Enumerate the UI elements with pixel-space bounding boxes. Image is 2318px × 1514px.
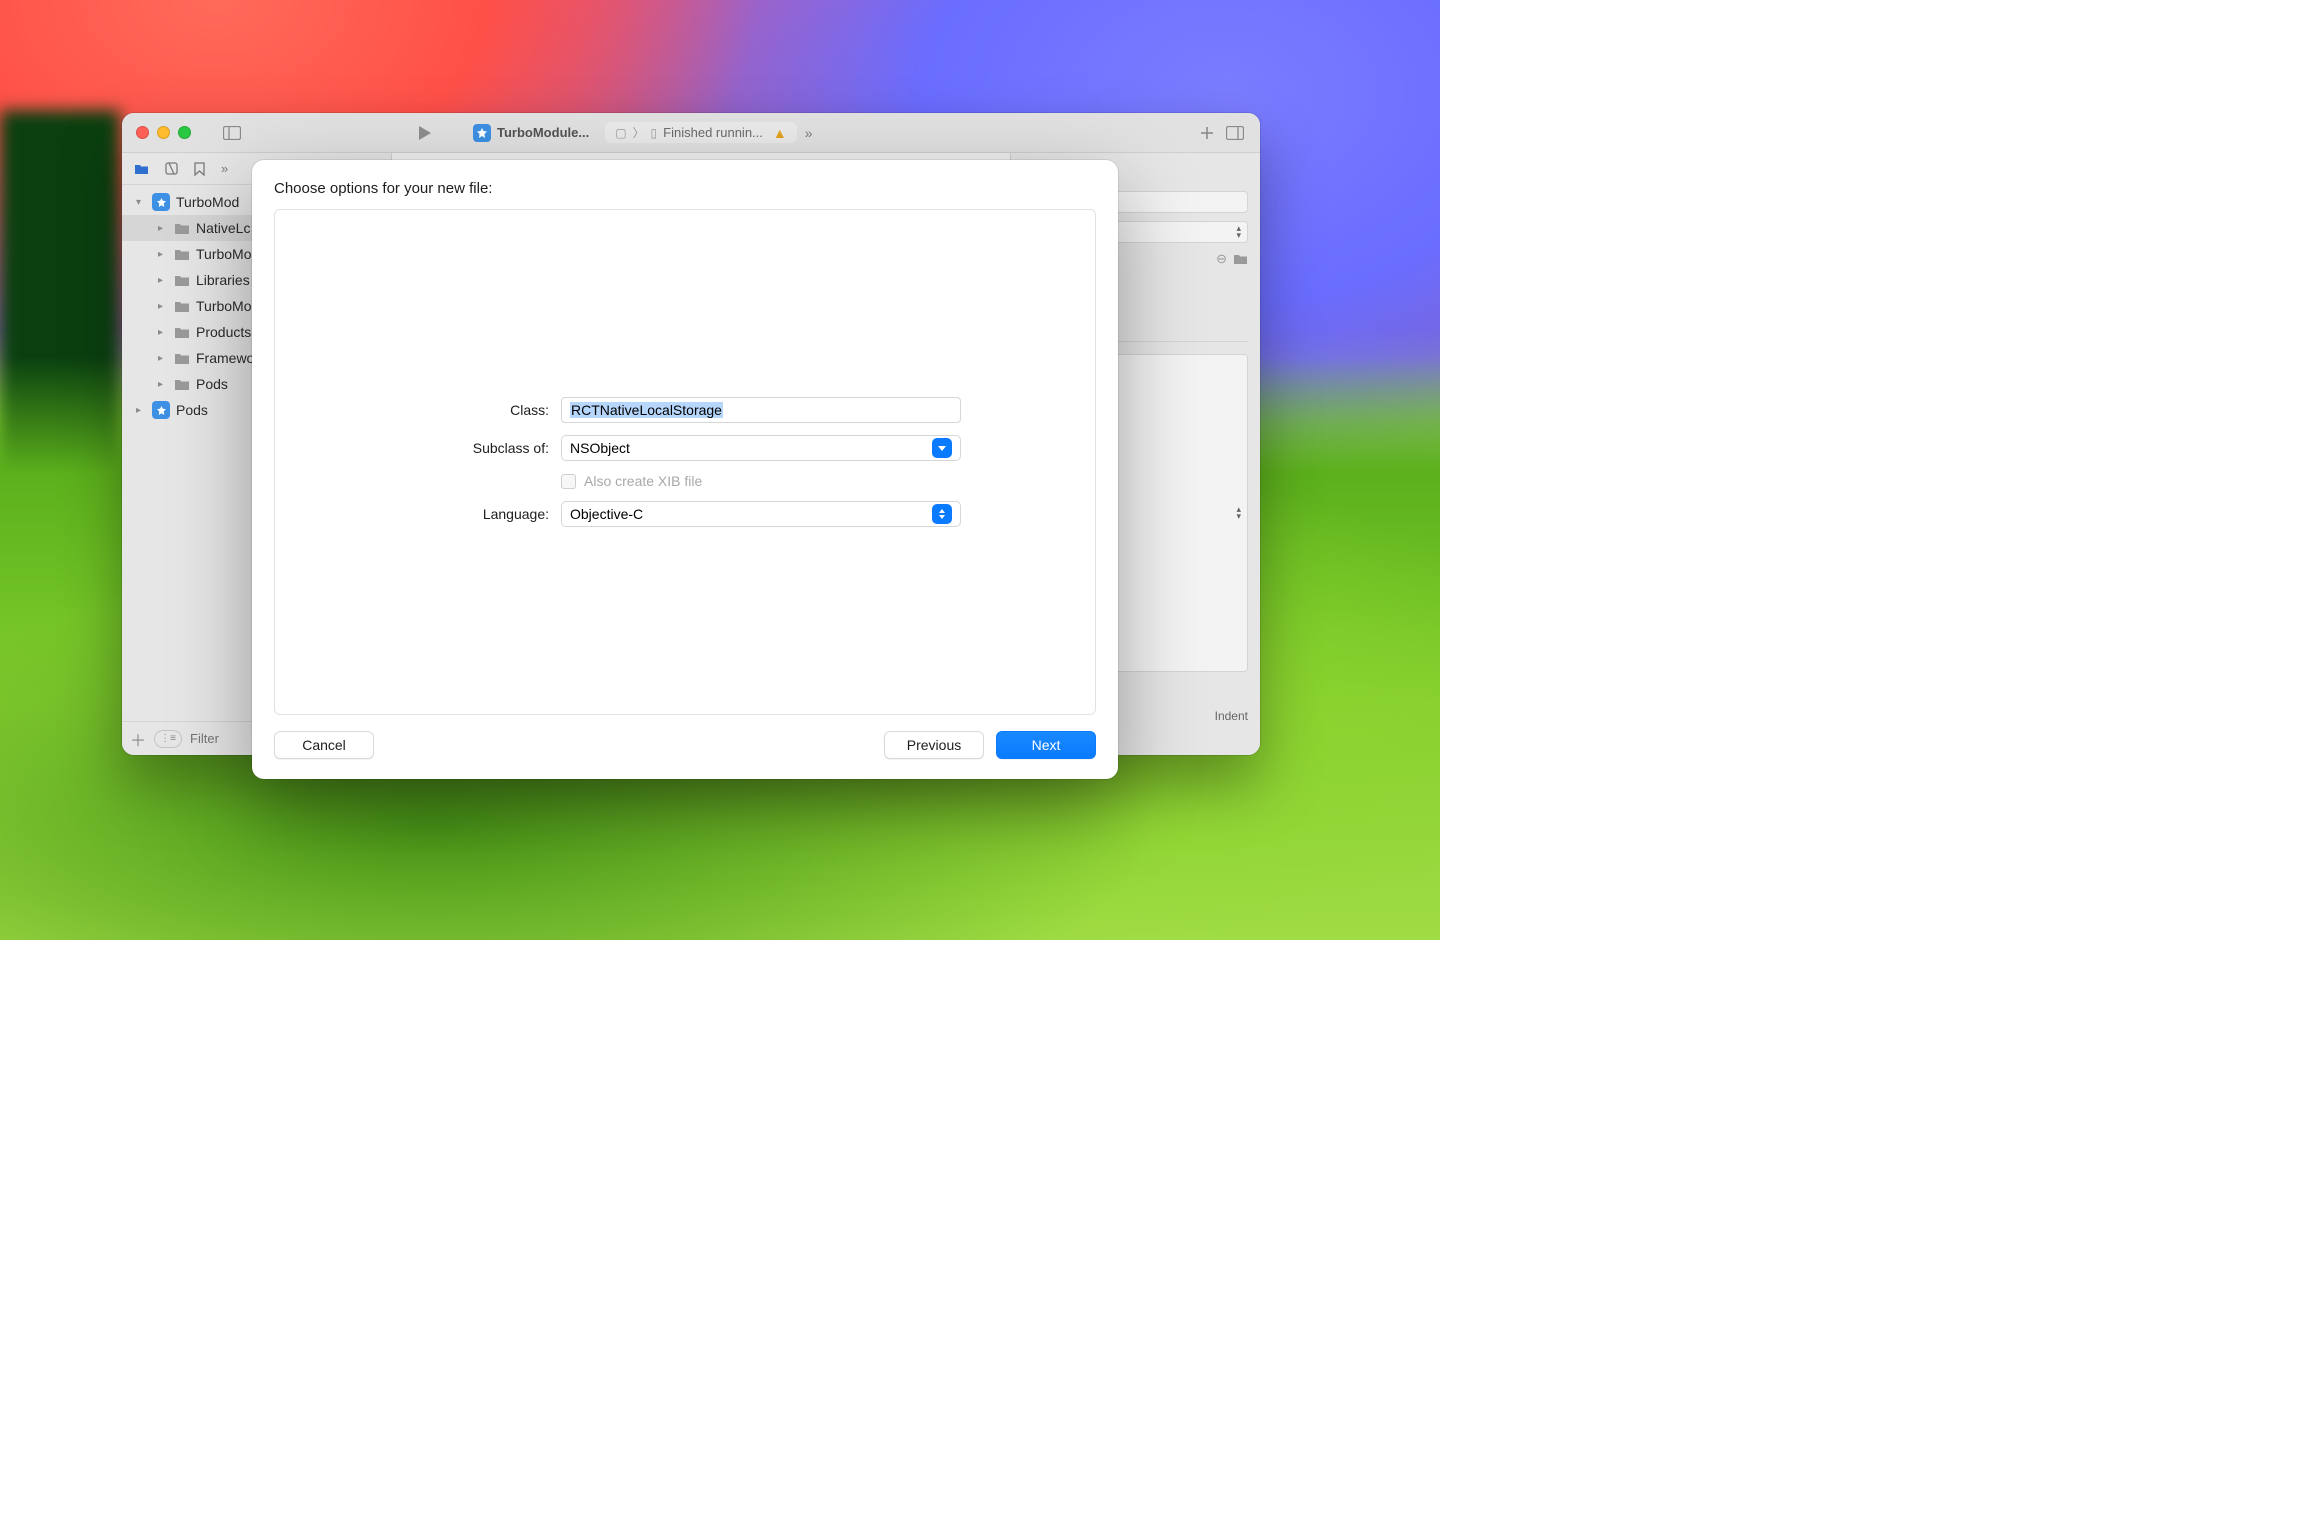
- tree-item-label: TurboMo: [196, 298, 252, 314]
- xib-label: Also create XIB file: [584, 473, 702, 489]
- folder-icon: [174, 222, 190, 235]
- sidebar-toggle-icon[interactable]: [221, 122, 243, 144]
- folder-icon: [174, 326, 190, 339]
- subclass-value: NSObject: [570, 440, 630, 456]
- minus-button[interactable]: ⊖: [1216, 251, 1227, 267]
- disclosure-closed-icon[interactable]: ▸: [158, 327, 168, 338]
- xib-checkbox[interactable]: [561, 474, 576, 489]
- disclosure-closed-icon[interactable]: ▸: [158, 275, 168, 286]
- previous-button[interactable]: Previous: [884, 731, 984, 759]
- tree-item-label: Libraries: [196, 272, 250, 288]
- disclosure-closed-icon[interactable]: ▸: [136, 405, 146, 416]
- app-icon: [473, 124, 491, 142]
- sheet-title: Choose options for your new file:: [274, 180, 1096, 197]
- new-file-sheet: Choose options for your new file: Class:…: [252, 160, 1118, 779]
- class-value: RCTNativeLocalStorage: [570, 402, 723, 418]
- class-input[interactable]: RCTNativeLocalStorage: [561, 397, 961, 423]
- zoom-button[interactable]: [178, 126, 191, 139]
- library-button[interactable]: [1196, 122, 1218, 144]
- close-button[interactable]: [136, 126, 149, 139]
- chevron-right-icon: 〉: [633, 124, 645, 141]
- window-controls: [136, 126, 191, 139]
- language-label: Language:: [409, 506, 549, 522]
- indent-label: Indent: [1215, 709, 1248, 723]
- sheet-body: Class: RCTNativeLocalStorage Subclass of…: [274, 209, 1096, 715]
- disclosure-closed-icon[interactable]: ▸: [158, 379, 168, 390]
- cancel-button[interactable]: Cancel: [274, 731, 374, 759]
- disclosure-open-icon[interactable]: ▾: [136, 197, 146, 208]
- folder-icon: [174, 274, 190, 287]
- project-name: TurboMod: [176, 194, 239, 210]
- source-control-tab[interactable]: [165, 162, 178, 175]
- folder-browse-icon[interactable]: [1233, 253, 1248, 265]
- pods-project-icon: [152, 401, 170, 419]
- inspector-toggle-icon[interactable]: [1224, 122, 1246, 144]
- overflow-tab-icon[interactable]: »: [221, 161, 228, 176]
- folder-icon: [174, 352, 190, 365]
- activity-app-icon: ▢: [615, 126, 626, 140]
- disclosure-closed-icon[interactable]: ▸: [158, 249, 168, 260]
- status-text: Finished runnin...: [663, 125, 763, 140]
- tree-item-label: Products: [196, 324, 251, 340]
- warning-icon: ▲: [773, 125, 787, 141]
- subclass-select[interactable]: NSObject: [561, 435, 961, 461]
- project-navigator-tab[interactable]: [134, 162, 149, 176]
- titlebar: TurboModule... ▢ 〉 ▯ Finished runnin... …: [122, 113, 1260, 153]
- class-label: Class:: [409, 402, 549, 418]
- pods-label: Pods: [176, 402, 208, 418]
- language-value: Objective-C: [570, 506, 643, 522]
- xib-checkbox-row: Also create XIB file: [561, 473, 961, 489]
- disclosure-closed-icon[interactable]: ▸: [158, 353, 168, 364]
- new-file-form: Class: RCTNativeLocalStorage Subclass of…: [409, 397, 961, 527]
- chevron-down-icon: [932, 438, 952, 458]
- tree-item-label: Pods: [196, 376, 228, 392]
- disclosure-closed-icon[interactable]: ▸: [158, 223, 168, 234]
- folder-icon: [174, 378, 190, 391]
- folder-icon: [174, 300, 190, 313]
- scheme-selector[interactable]: TurboModule...: [465, 120, 597, 146]
- folder-icon: [174, 248, 190, 261]
- subclass-label: Subclass of:: [409, 440, 549, 456]
- activity-status[interactable]: ▢ 〉 ▯ Finished runnin... ▲: [605, 122, 797, 143]
- stepper-icon: ▴▾: [1236, 225, 1241, 239]
- project-icon: [152, 193, 170, 211]
- up-down-icon: [932, 504, 952, 524]
- sheet-footer: Cancel Previous Next: [274, 715, 1096, 759]
- tree-item-label: Framewo: [196, 350, 254, 366]
- minimize-button[interactable]: [157, 126, 170, 139]
- stepper-icon: ▴▾: [1236, 506, 1241, 520]
- tree-item-label: NativeLc: [196, 220, 250, 236]
- overflow-icon[interactable]: »: [805, 125, 813, 141]
- scheme-name: TurboModule...: [497, 125, 589, 140]
- recent-filter-icon[interactable]: ⋮≡: [154, 730, 182, 748]
- add-icon[interactable]: ＋: [130, 727, 146, 751]
- next-button[interactable]: Next: [996, 731, 1096, 759]
- bookmark-tab[interactable]: [194, 162, 205, 176]
- tree-item-label: TurboMo: [196, 246, 252, 262]
- device-icon: ▯: [651, 126, 658, 140]
- language-select[interactable]: Objective-C: [561, 501, 961, 527]
- disclosure-closed-icon[interactable]: ▸: [158, 301, 168, 312]
- run-button[interactable]: [413, 122, 435, 144]
